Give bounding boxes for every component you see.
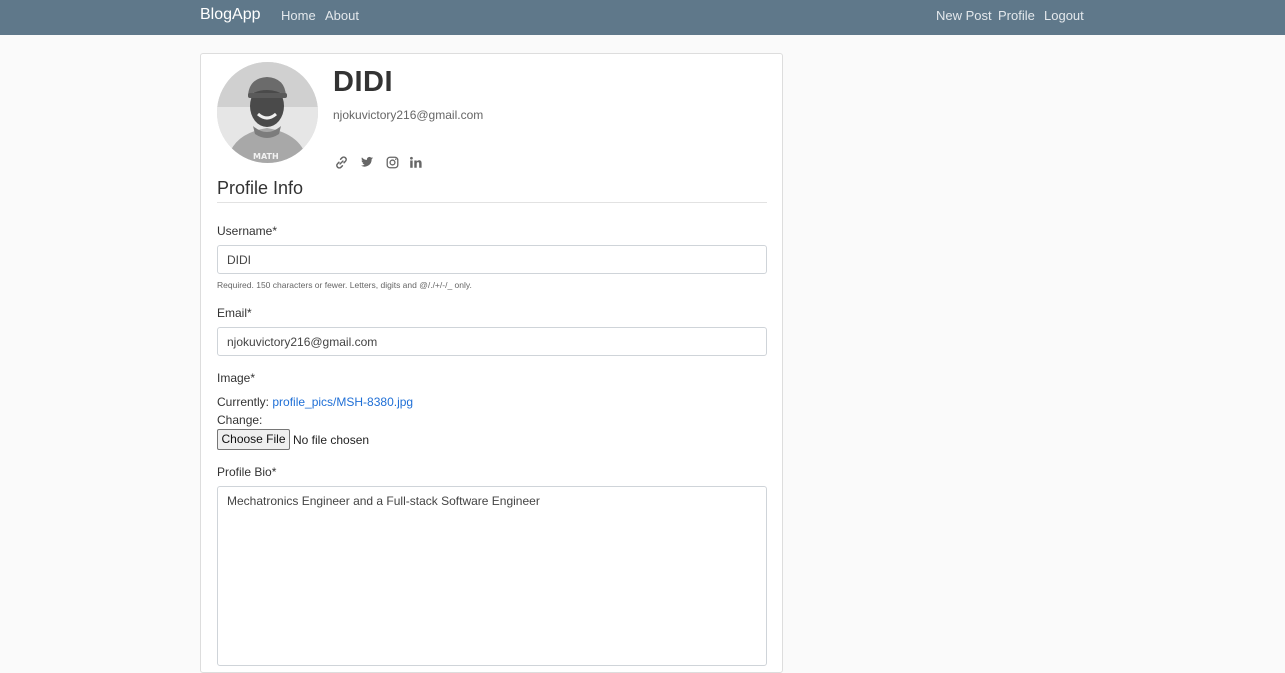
avatar-image: MATH bbox=[217, 62, 318, 163]
linkedin-icon[interactable] bbox=[407, 154, 423, 170]
email-input[interactable] bbox=[217, 327, 767, 356]
profile-username-heading: DIDI bbox=[333, 66, 393, 98]
email-label: Email* bbox=[217, 306, 252, 320]
instagram-icon[interactable] bbox=[384, 154, 400, 170]
svg-text:MATH: MATH bbox=[253, 152, 279, 161]
current-image-link[interactable]: profile_pics/MSH-8380.jpg bbox=[272, 395, 413, 409]
nav-profile-link[interactable]: Profile bbox=[998, 8, 1035, 23]
section-divider bbox=[217, 202, 767, 203]
change-label: Change: bbox=[217, 413, 263, 427]
profile-card: MATH DIDI njokuvictory216@gmail.com Prof… bbox=[200, 53, 783, 673]
profile-info-heading: Profile Info bbox=[217, 178, 304, 198]
top-navbar: BlogApp Home About New Post Profile Logo… bbox=[0, 0, 1285, 35]
nav-about-link[interactable]: About bbox=[325, 8, 359, 23]
no-file-chosen-text: No file chosen bbox=[293, 433, 370, 447]
brand-link[interactable]: BlogApp bbox=[200, 6, 261, 24]
current-image-row: Currently: profile_pics/MSH-8380.jpg bbox=[217, 395, 413, 409]
profile-email-text: njokuvictory216@gmail.com bbox=[333, 108, 484, 122]
link-icon[interactable] bbox=[333, 154, 349, 170]
currently-label: Currently: bbox=[217, 395, 270, 409]
nav-home-link[interactable]: Home bbox=[281, 8, 316, 23]
twitter-icon[interactable] bbox=[359, 154, 375, 170]
nav-logout-link[interactable]: Logout bbox=[1044, 8, 1084, 23]
username-help-text: Required. 150 characters or fewer. Lette… bbox=[217, 280, 472, 290]
nav-new-post-link[interactable]: New Post bbox=[936, 8, 992, 23]
bio-label: Profile Bio* bbox=[217, 465, 277, 479]
bio-textarea[interactable]: Mechatronics Engineer and a Full-stack S… bbox=[217, 486, 767, 666]
profile-avatar: MATH bbox=[217, 62, 318, 163]
image-label: Image* bbox=[217, 371, 256, 385]
username-input[interactable] bbox=[217, 245, 767, 274]
choose-file-button[interactable]: Choose File bbox=[217, 429, 290, 450]
username-label: Username* bbox=[217, 224, 278, 238]
